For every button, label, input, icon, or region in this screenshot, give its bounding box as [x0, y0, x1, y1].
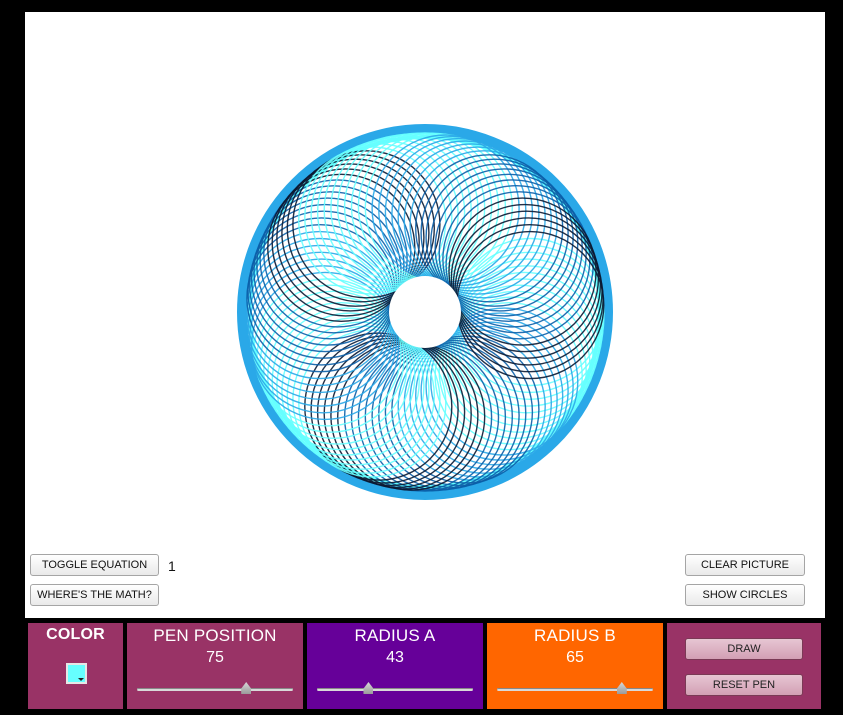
- reset-pen-button[interactable]: RESET PEN: [685, 674, 803, 696]
- wheres-the-math-button[interactable]: WHERE'S THE MATH?: [30, 584, 159, 606]
- radius-a-title: RADIUS A: [354, 626, 436, 645]
- spiro-center-hole: [389, 276, 461, 348]
- pen-position-title: PEN POSITION: [153, 626, 277, 645]
- color-panel: COLOR: [28, 623, 123, 709]
- radius-a-value: 43: [386, 649, 404, 666]
- pen-position-value: 75: [206, 649, 224, 666]
- radius-b-panel: RADIUS B 65: [487, 623, 663, 709]
- color-title: COLOR: [46, 626, 105, 643]
- radius-b-title: RADIUS B: [534, 626, 616, 645]
- radius-b-slider-thumb[interactable]: [616, 682, 627, 694]
- clear-picture-button[interactable]: CLEAR PICTURE: [685, 554, 805, 576]
- radius-a-panel: RADIUS A 43: [307, 623, 483, 709]
- radius-a-slider[interactable]: [317, 682, 473, 694]
- toggle-equation-button[interactable]: TOGGLE EQUATION: [30, 554, 159, 576]
- color-swatch-picker[interactable]: [66, 663, 87, 684]
- spirograph-canvas[interactable]: [25, 12, 825, 552]
- pen-position-slider-thumb[interactable]: [241, 682, 252, 694]
- show-circles-button[interactable]: SHOW CIRCLES: [685, 584, 805, 606]
- equation-number: 1: [168, 558, 176, 574]
- dropdown-arrow-icon: [78, 678, 84, 681]
- action-panel: DRAW RESET PEN: [667, 623, 821, 709]
- pen-position-panel: PEN POSITION 75: [127, 623, 303, 709]
- radius-a-slider-thumb[interactable]: [363, 682, 374, 694]
- radius-b-slider[interactable]: [497, 682, 653, 694]
- drawing-stage: TOGGLE EQUATION 1 WHERE'S THE MATH? CLEA…: [25, 12, 825, 618]
- radius-b-value: 65: [566, 649, 584, 666]
- pen-position-slider[interactable]: [137, 682, 293, 694]
- draw-button[interactable]: DRAW: [685, 638, 803, 660]
- spirograph-drawing: [237, 124, 613, 500]
